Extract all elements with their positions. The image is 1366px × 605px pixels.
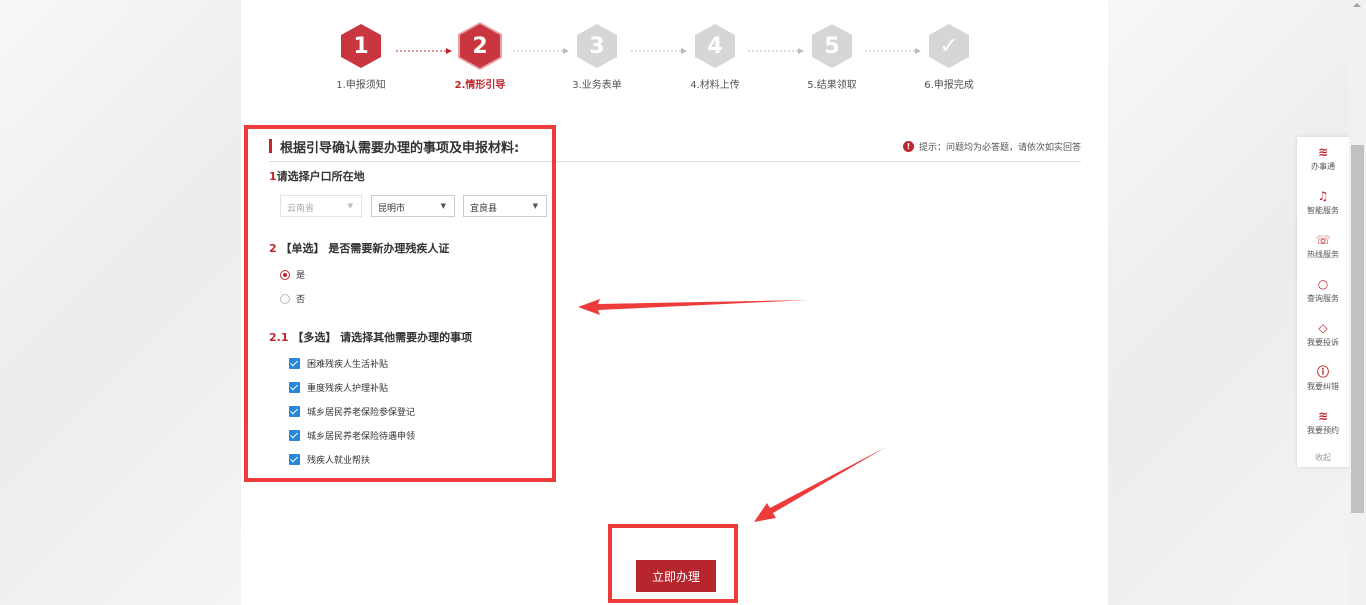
side-service-rail: ≋ 办事通 ♫ 智能服务 ☏ 热线服务 ○ 查询服务 ◇ 我要投诉 ⓘ 我要纠错… xyxy=(1297,137,1349,467)
checkbox-label: 城乡居民养老保险参保登记 xyxy=(307,408,416,418)
rail-label: 热线服务 xyxy=(1307,250,1339,259)
question-1-title: 1请选择户口所在地 xyxy=(269,168,365,184)
step-5-hex: 5 xyxy=(812,24,852,68)
radio-option-no[interactable]: 否 xyxy=(280,292,305,305)
radio-label: 是 xyxy=(296,271,306,281)
vertical-scrollbar[interactable] xyxy=(1349,0,1366,605)
radio-label: 否 xyxy=(296,295,306,305)
tip-text: 提示：问题均为必答题，请依次如实回答 xyxy=(918,143,1081,153)
checkbox-option[interactable]: 重度残疾人护理补贴 xyxy=(289,381,388,394)
step-4: 4 4.材料上传 xyxy=(665,22,765,91)
province-select: 云南省 ▼ xyxy=(280,195,362,217)
rail-label: 办事通 xyxy=(1311,162,1335,171)
complaint-icon: ◇ xyxy=(1318,321,1328,335)
checkbox[interactable] xyxy=(289,454,300,465)
step-5-label: 5.结果领取 xyxy=(807,80,857,91)
step-6-label: 6.申报完成 xyxy=(924,80,974,91)
step-progress: 1 1.申报须知 2 2.情形引导 3 3.业务表单 4 4.材料上传 5 5.… xyxy=(241,22,1108,92)
question-text: 【单选】 是否需要新办理残疾人证 xyxy=(280,242,450,255)
rail-label: 查询服务 xyxy=(1307,294,1339,303)
checkbox-label: 重度残疾人护理补贴 xyxy=(307,384,389,394)
step-4-label: 4.材料上传 xyxy=(690,80,740,91)
question-text: 请选择户口所在地 xyxy=(276,170,365,183)
checkbox-option[interactable]: 城乡居民养老保险待遇申领 xyxy=(289,429,415,442)
province-value: 云南省 xyxy=(287,204,315,214)
appointment-icon: ≋ xyxy=(1317,409,1329,423)
question-text: 【多选】 请选择其他需要办理的事项 xyxy=(292,331,473,344)
question-number: 2 xyxy=(269,242,277,255)
question-21-title: 2.1 【多选】 请选择其他需要办理的事项 xyxy=(269,329,472,345)
radio-button[interactable] xyxy=(280,269,290,280)
dropdown-arrow-icon: ▼ xyxy=(347,202,353,210)
question-number: 1 xyxy=(269,170,277,183)
checkbox[interactable] xyxy=(289,358,300,369)
county-select[interactable]: 宜良县 ▼ xyxy=(463,195,547,217)
step-6: ✓ 6.申报完成 xyxy=(899,22,999,91)
step-1-label: 1.申报须知 xyxy=(336,80,386,91)
rail-item-query[interactable]: ○ 查询服务 xyxy=(1297,277,1349,304)
background-left xyxy=(0,0,241,605)
dropdown-arrow-icon: ▼ xyxy=(440,202,446,210)
step-2: 2 2.情形引导 xyxy=(430,22,530,91)
checkbox-label: 残疾人就业帮扶 xyxy=(307,456,371,466)
question-number: 2.1 xyxy=(269,331,289,344)
section-title: 根据引导确认需要办理的事项及申报材料: xyxy=(280,141,520,156)
checkbox-option[interactable]: 城乡居民养老保险参保登记 xyxy=(289,405,415,418)
phone-icon: ☏ xyxy=(1315,233,1331,247)
question-2-title: 2 【单选】 是否需要新办理残疾人证 xyxy=(269,240,449,256)
checkbox[interactable] xyxy=(289,406,300,417)
rail-item-smart[interactable]: ♫ 智能服务 xyxy=(1297,189,1349,216)
main-page: 1 1.申报须知 2 2.情形引导 3 3.业务表单 4 4.材料上传 5 5.… xyxy=(241,0,1108,605)
city-select[interactable]: 昆明市 ▼ xyxy=(371,195,455,217)
section-accent-bar xyxy=(269,139,272,153)
radio-option-yes[interactable]: 是 xyxy=(280,268,305,281)
rail-label: 我要预约 xyxy=(1307,426,1339,435)
rail-label: 我要投诉 xyxy=(1307,338,1339,347)
checkmark-icon: ✓ xyxy=(929,24,969,68)
step-2-label: 2.情形引导 xyxy=(454,80,506,91)
rail-item-appointment[interactable]: ≋ 我要预约 xyxy=(1297,409,1349,436)
search-icon: ○ xyxy=(1317,277,1329,291)
city-value: 昆明市 xyxy=(378,204,406,214)
scroll-thumb[interactable] xyxy=(1351,145,1364,513)
rail-label: 我要纠错 xyxy=(1307,382,1339,391)
step-2-hex: 2 xyxy=(460,24,500,68)
step-3-hex: 3 xyxy=(577,24,617,68)
rail-item-complaint[interactable]: ◇ 我要投诉 xyxy=(1297,321,1349,348)
checkbox-label: 困难残疾人生活补贴 xyxy=(307,360,389,370)
checkbox-option[interactable]: 残疾人就业帮扶 xyxy=(289,453,370,466)
section-header: 根据引导确认需要办理的事项及申报材料: ! 提示：问题均为必答题，请依次如实回答 xyxy=(269,136,1081,162)
rail-item-office[interactable]: ≋ 办事通 xyxy=(1297,145,1349,172)
rail-item-correction[interactable]: ⓘ 我要纠错 xyxy=(1297,365,1349,392)
radio-button[interactable] xyxy=(280,293,290,304)
scroll-up-icon[interactable] xyxy=(1353,3,1361,7)
step-1: 1 1.申报须知 xyxy=(311,22,411,91)
checkbox[interactable] xyxy=(289,430,300,441)
rail-collapse-button[interactable]: 收起 xyxy=(1297,452,1349,463)
question-section: 根据引导确认需要办理的事项及申报材料: ! 提示：问题均为必答题，请依次如实回答 xyxy=(269,136,1081,162)
headset-icon: ♫ xyxy=(1317,189,1329,203)
dropdown-arrow-icon: ▼ xyxy=(532,202,538,210)
step-3-label: 3.业务表单 xyxy=(572,80,622,91)
tip-text-wrap: ! 提示：问题均为必答题，请依次如实回答 xyxy=(902,140,1081,153)
step-4-hex: 4 xyxy=(695,24,735,68)
county-value: 宜良县 xyxy=(470,204,498,214)
correction-icon: ⓘ xyxy=(1316,365,1329,379)
rail-label: 智能服务 xyxy=(1307,206,1339,215)
step-5: 5 5.结果领取 xyxy=(782,22,882,91)
checkbox-label: 城乡居民养老保险待遇申领 xyxy=(307,432,416,442)
checkbox[interactable] xyxy=(289,382,300,393)
submit-button[interactable]: 立即办理 xyxy=(636,560,716,592)
rail-item-hotline[interactable]: ☏ 热线服务 xyxy=(1297,233,1349,260)
step-3: 3 3.业务表单 xyxy=(547,22,647,91)
checkbox-option[interactable]: 困难残疾人生活补贴 xyxy=(289,357,388,370)
office-icon: ≋ xyxy=(1317,145,1329,159)
exclamation-icon: ! xyxy=(902,141,914,152)
step-1-hex: 1 xyxy=(341,24,381,68)
